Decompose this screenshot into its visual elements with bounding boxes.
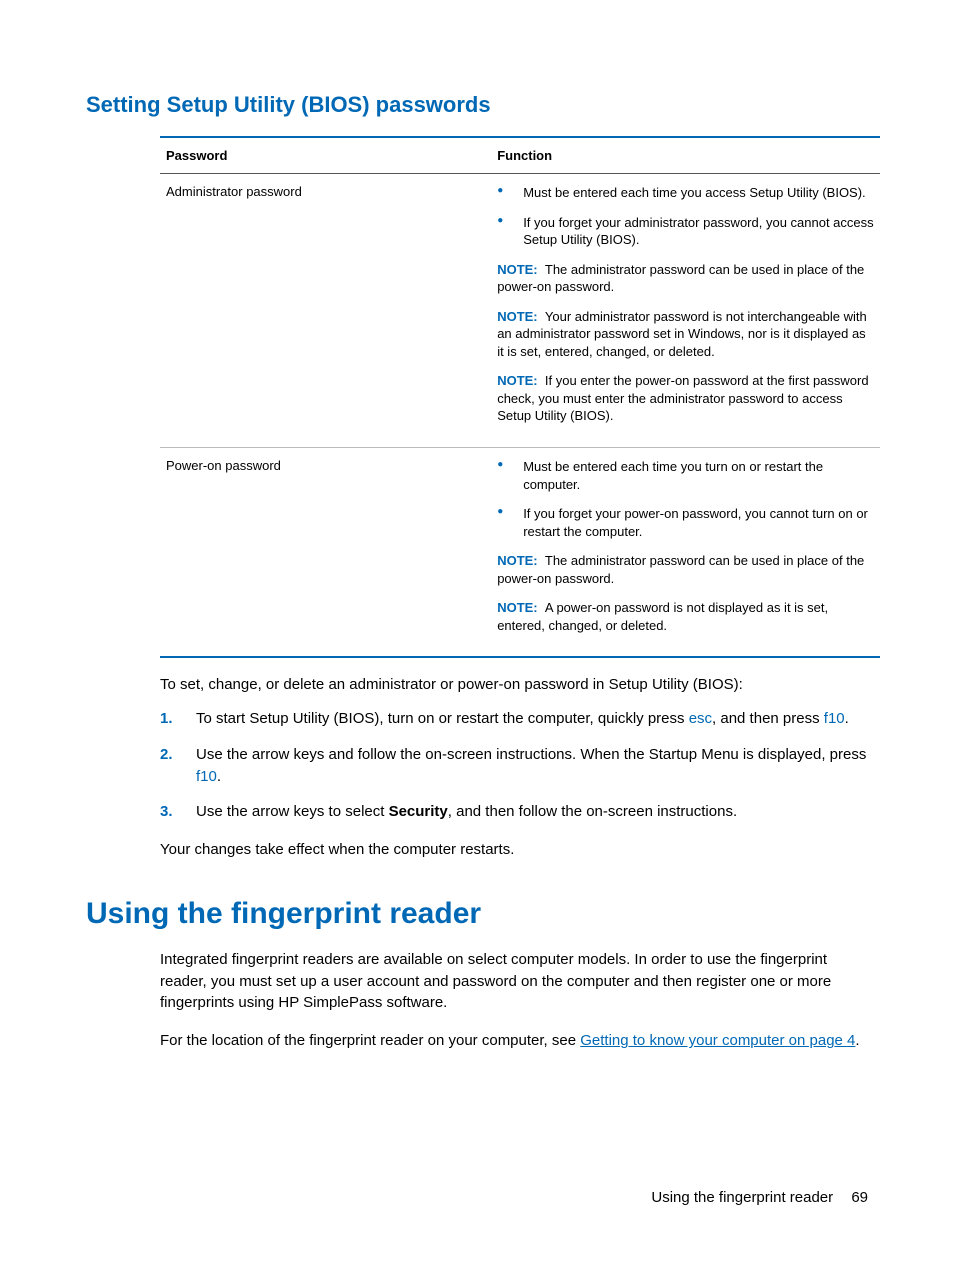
- steps-list: To start Setup Utility (BIOS), turn on o…: [160, 708, 868, 823]
- step-item: Use the arrow keys to select Security, a…: [160, 801, 868, 823]
- password-name-cell: Administrator password: [160, 174, 491, 448]
- step-text: .: [845, 710, 849, 727]
- note-block: NOTE: A power-on password is not display…: [497, 599, 874, 634]
- note-label: NOTE:: [497, 373, 537, 388]
- table-header-function: Function: [491, 137, 880, 174]
- page-footer: Using the fingerprint reader 69: [651, 1189, 868, 1206]
- password-table: Password Function Administrator password…: [160, 136, 880, 658]
- bullet-item: Must be entered each time you access Set…: [497, 184, 874, 202]
- note-block: NOTE: If you enter the power-on password…: [497, 372, 874, 425]
- note-text: Your administrator password is not inter…: [497, 309, 867, 359]
- step-text: , and then follow the on-screen instruct…: [448, 803, 737, 820]
- note-label: NOTE:: [497, 600, 537, 615]
- note-block: NOTE: The administrator password can be …: [497, 261, 874, 296]
- fingerprint-paragraph-2: For the location of the fingerprint read…: [160, 1030, 868, 1052]
- note-text: The administrator password can be used i…: [497, 553, 864, 586]
- step-text: , and then press: [712, 710, 824, 727]
- fingerprint-paragraph-1: Integrated fingerprint readers are avail…: [160, 949, 868, 1014]
- password-function-cell: Must be entered each time you access Set…: [491, 174, 880, 448]
- paragraph-text: For the location of the fingerprint read…: [160, 1032, 580, 1049]
- note-label: NOTE:: [497, 262, 537, 277]
- bullet-item: Must be entered each time you turn on or…: [497, 458, 874, 493]
- bullet-item: If you forget your administrator passwor…: [497, 214, 874, 249]
- after-steps-paragraph: Your changes take effect when the comput…: [160, 839, 868, 861]
- note-text: The administrator password can be used i…: [497, 262, 864, 295]
- section-heading-bios-passwords: Setting Setup Utility (BIOS) passwords: [86, 92, 868, 118]
- step-text: .: [217, 768, 221, 785]
- section-heading-fingerprint: Using the fingerprint reader: [86, 897, 868, 931]
- cross-reference-link[interactable]: Getting to know your computer on page 4: [580, 1032, 855, 1049]
- intro-paragraph: To set, change, or delete an administrat…: [160, 674, 868, 696]
- table-row: Power-on password Must be entered each t…: [160, 448, 880, 658]
- page-number: 69: [851, 1189, 868, 1206]
- key-esc: esc: [689, 710, 712, 727]
- note-block: NOTE: The administrator password can be …: [497, 552, 874, 587]
- table-row: Administrator password Must be entered e…: [160, 174, 880, 448]
- password-name-cell: Power-on password: [160, 448, 491, 658]
- note-text: A power-on password is not displayed as …: [497, 600, 828, 633]
- key-f10: f10: [824, 710, 845, 727]
- note-label: NOTE:: [497, 309, 537, 324]
- step-item: Use the arrow keys and follow the on-scr…: [160, 744, 868, 788]
- note-label: NOTE:: [497, 553, 537, 568]
- bold-security: Security: [389, 803, 448, 820]
- step-text: To start Setup Utility (BIOS), turn on o…: [196, 710, 689, 727]
- key-f10: f10: [196, 768, 217, 785]
- bullet-item: If you forget your power-on password, yo…: [497, 505, 874, 540]
- password-function-cell: Must be entered each time you turn on or…: [491, 448, 880, 658]
- step-text: Use the arrow keys and follow the on-scr…: [196, 746, 866, 763]
- step-text: Use the arrow keys to select: [196, 803, 389, 820]
- body-text-block: Integrated fingerprint readers are avail…: [160, 949, 868, 1052]
- note-text: If you enter the power-on password at th…: [497, 373, 868, 423]
- step-item: To start Setup Utility (BIOS), turn on o…: [160, 708, 868, 730]
- table-header-password: Password: [160, 137, 491, 174]
- body-text-block: To set, change, or delete an administrat…: [160, 674, 868, 861]
- document-page: Setting Setup Utility (BIOS) passwords P…: [0, 0, 954, 1270]
- paragraph-text: .: [855, 1032, 859, 1049]
- note-block: NOTE: Your administrator password is not…: [497, 308, 874, 361]
- footer-section-title: Using the fingerprint reader: [651, 1189, 833, 1206]
